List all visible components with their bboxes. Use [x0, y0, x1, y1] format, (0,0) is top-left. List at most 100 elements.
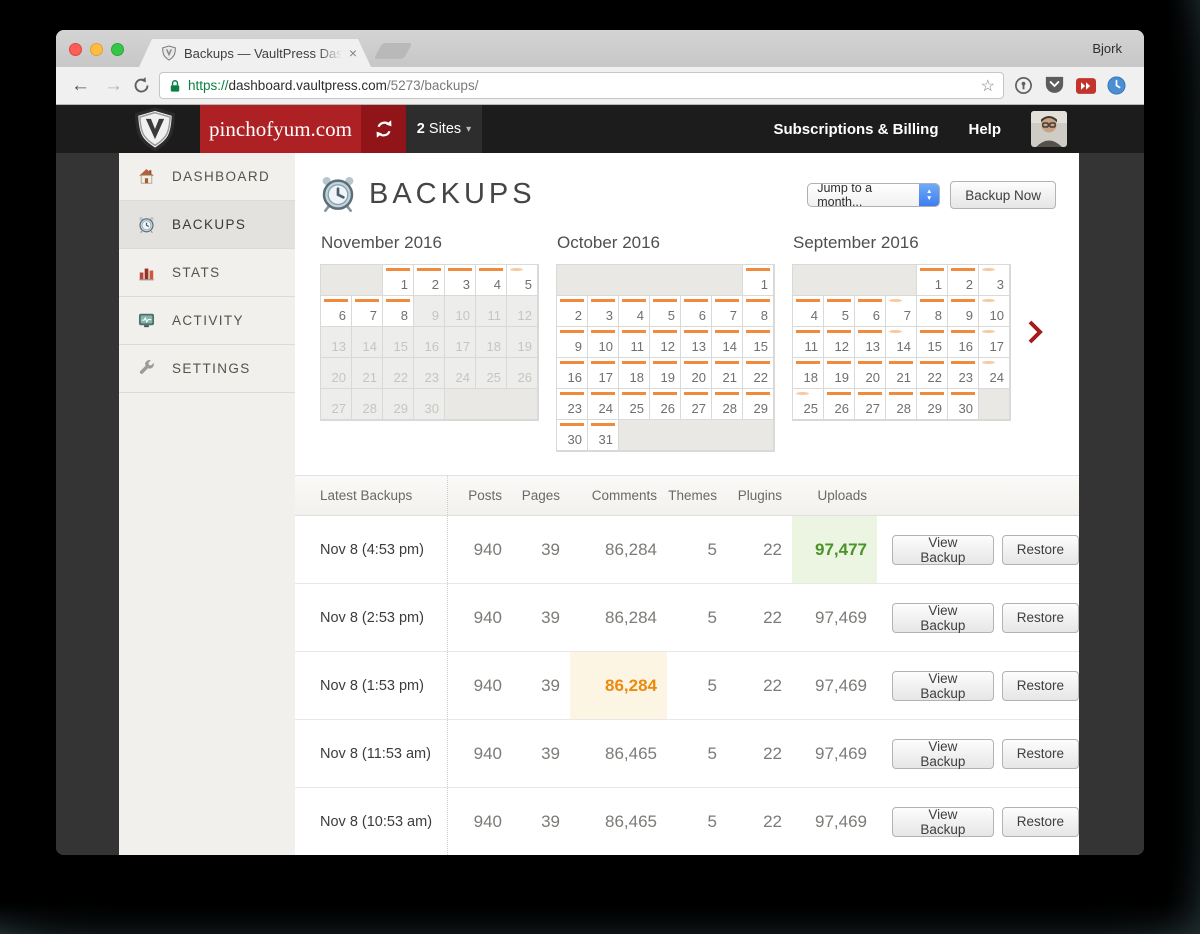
- view-backup-button[interactable]: View Backup: [892, 602, 994, 633]
- calendar-day[interactable]: 23: [948, 358, 979, 389]
- calendar-day[interactable]: 28: [886, 389, 917, 420]
- sidebar-item-dashboard[interactable]: DASHBOARD: [119, 153, 295, 201]
- restore-button[interactable]: Restore: [1001, 806, 1079, 837]
- url-text[interactable]: https://dashboard.vaultpress.com/5273/ba…: [188, 78, 975, 93]
- calendar-day[interactable]: 15: [917, 327, 948, 358]
- calendar-day[interactable]: 24: [979, 358, 1010, 389]
- calendar-day[interactable]: 5: [650, 296, 681, 327]
- address-bar[interactable]: https://dashboard.vaultpress.com/5273/ba…: [159, 72, 1004, 99]
- calendar-day[interactable]: 18: [793, 358, 824, 389]
- calendar-day[interactable]: 23: [557, 389, 588, 420]
- calendar-day[interactable]: 1: [917, 265, 948, 296]
- calendar-day[interactable]: 2: [948, 265, 979, 296]
- calendar-day[interactable]: 19: [824, 358, 855, 389]
- minimize-window-button[interactable]: [90, 43, 103, 56]
- calendar-day[interactable]: 1: [743, 265, 774, 296]
- calendar-day[interactable]: 7: [712, 296, 743, 327]
- sites-dropdown[interactable]: 2 Sites ▾: [406, 105, 482, 153]
- calendar-day[interactable]: 20: [681, 358, 712, 389]
- calendar-day[interactable]: 7: [886, 296, 917, 327]
- calendar-day[interactable]: 7: [352, 296, 383, 327]
- calendar-day[interactable]: 21: [886, 358, 917, 389]
- calendar-day[interactable]: 11: [619, 327, 650, 358]
- new-tab-button[interactable]: [373, 43, 413, 59]
- calendar-day[interactable]: 24: [588, 389, 619, 420]
- calendar-day[interactable]: 4: [793, 296, 824, 327]
- https-lock-icon[interactable]: [168, 78, 182, 94]
- calendar-day[interactable]: 4: [619, 296, 650, 327]
- vaultpress-logo-icon[interactable]: [133, 107, 177, 152]
- calendar-day[interactable]: 25: [793, 389, 824, 420]
- calendar-day[interactable]: 1: [383, 265, 414, 296]
- restore-button[interactable]: Restore: [1001, 534, 1079, 565]
- calendar-day[interactable]: 20: [855, 358, 886, 389]
- current-site-button[interactable]: pinchofyum.com: [200, 105, 361, 153]
- view-backup-button[interactable]: View Backup: [892, 670, 994, 701]
- calendar-day[interactable]: 15: [743, 327, 774, 358]
- calendar-day[interactable]: 3: [588, 296, 619, 327]
- calendar-day[interactable]: 12: [824, 327, 855, 358]
- calendar-day[interactable]: 9: [948, 296, 979, 327]
- close-window-button[interactable]: [69, 43, 82, 56]
- restore-button[interactable]: Restore: [1001, 602, 1079, 633]
- calendar-day[interactable]: 22: [917, 358, 948, 389]
- calendar-day[interactable]: 30: [948, 389, 979, 420]
- reload-button[interactable]: [132, 76, 151, 95]
- restore-button[interactable]: Restore: [1001, 670, 1079, 701]
- calendar-day[interactable]: 8: [743, 296, 774, 327]
- subscriptions-billing-link[interactable]: Subscriptions & Billing: [773, 121, 938, 138]
- calendar-day[interactable]: 27: [855, 389, 886, 420]
- restore-button[interactable]: Restore: [1001, 738, 1079, 769]
- calendar-day[interactable]: 12: [650, 327, 681, 358]
- calendar-day[interactable]: 5: [507, 265, 538, 296]
- bookmark-star-icon[interactable]: ☆: [981, 76, 995, 96]
- calendar-day[interactable]: 6: [321, 296, 352, 327]
- sidebar-item-settings[interactable]: SETTINGS: [119, 345, 295, 393]
- back-button[interactable]: ←: [64, 76, 97, 95]
- sync-site-button[interactable]: [361, 105, 406, 153]
- sidebar-item-activity[interactable]: ACTIVITY: [119, 297, 295, 345]
- calendar-day[interactable]: 27: [681, 389, 712, 420]
- calendar-day[interactable]: 26: [650, 389, 681, 420]
- calendar-day[interactable]: 29: [743, 389, 774, 420]
- calendar-day[interactable]: 6: [855, 296, 886, 327]
- calendar-day[interactable]: 31: [588, 420, 619, 451]
- browser-menu-icon[interactable]: ⋮: [1139, 76, 1144, 96]
- calendar-day[interactable]: 2: [414, 265, 445, 296]
- calendar-day[interactable]: 16: [948, 327, 979, 358]
- calendar-day[interactable]: 3: [445, 265, 476, 296]
- jump-to-month-select[interactable]: Jump to a month... ▲ ▼: [807, 183, 941, 207]
- close-tab-icon[interactable]: ×: [349, 46, 357, 60]
- calendar-day[interactable]: 10: [979, 296, 1010, 327]
- calendar-day[interactable]: 22: [743, 358, 774, 389]
- view-backup-button[interactable]: View Backup: [892, 738, 994, 769]
- calendar-day[interactable]: 28: [712, 389, 743, 420]
- calendar-day[interactable]: 4: [476, 265, 507, 296]
- calendar-day[interactable]: 6: [681, 296, 712, 327]
- calendar-day[interactable]: 16: [557, 358, 588, 389]
- calendar-day[interactable]: 25: [619, 389, 650, 420]
- calendar-day[interactable]: 14: [712, 327, 743, 358]
- zoom-window-button[interactable]: [111, 43, 124, 56]
- calendar-day[interactable]: 5: [824, 296, 855, 327]
- keyhole-extension-icon[interactable]: [1014, 76, 1033, 95]
- browser-profile-name[interactable]: Bjork: [1092, 30, 1122, 67]
- next-months-arrow[interactable]: [1026, 319, 1046, 345]
- calendar-day[interactable]: 10: [588, 327, 619, 358]
- help-link[interactable]: Help: [968, 121, 1001, 138]
- view-backup-button[interactable]: View Backup: [892, 534, 994, 565]
- calendar-day[interactable]: 13: [855, 327, 886, 358]
- calendar-day[interactable]: 9: [557, 327, 588, 358]
- pocket-extension-icon[interactable]: [1044, 76, 1065, 95]
- calendar-day[interactable]: 13: [681, 327, 712, 358]
- calendar-day[interactable]: 14: [886, 327, 917, 358]
- calendar-day[interactable]: 2: [557, 296, 588, 327]
- calendar-day[interactable]: 3: [979, 265, 1010, 296]
- calendar-day[interactable]: 30: [557, 420, 588, 451]
- history-clock-extension-icon[interactable]: [1107, 76, 1126, 95]
- calendar-day[interactable]: 8: [917, 296, 948, 327]
- calendar-day[interactable]: 21: [712, 358, 743, 389]
- user-avatar[interactable]: [1031, 111, 1067, 147]
- sidebar-item-backups[interactable]: BACKUPS: [119, 201, 295, 249]
- sidebar-item-stats[interactable]: STATS: [119, 249, 295, 297]
